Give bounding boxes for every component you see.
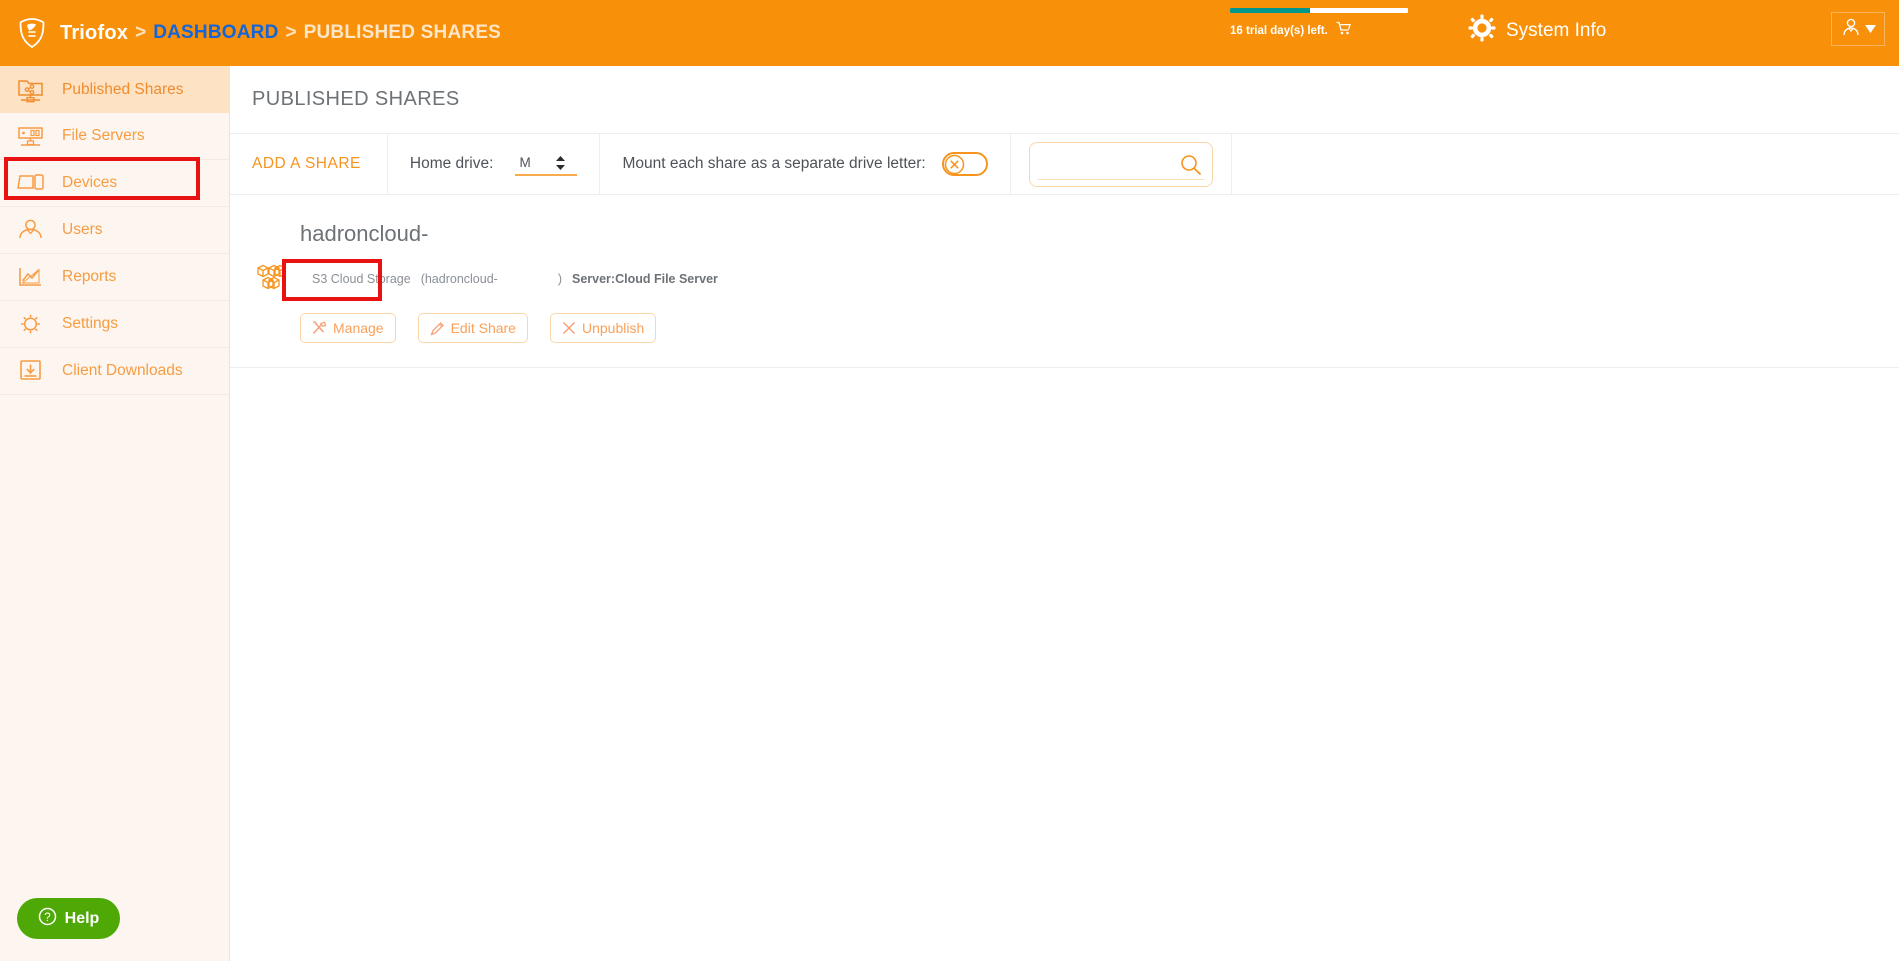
sidebar-item-label: Reports — [62, 268, 117, 285]
breadcrumb-dashboard-link[interactable]: DASHBOARD — [153, 22, 278, 44]
share-server-label: Server:Cloud File Server — [572, 272, 718, 286]
file-servers-icon — [14, 121, 48, 151]
search-icon[interactable] — [1180, 154, 1202, 181]
sidebar-item-devices[interactable]: Devices — [0, 160, 229, 207]
toggle-knob-off-icon — [944, 154, 965, 175]
home-drive-value: M — [519, 155, 531, 170]
share-meta-text: S3 Cloud Storage (hadroncloud- ) Server:… — [312, 272, 718, 286]
sidebar-item-label: Settings — [62, 315, 119, 332]
trial-days-text: 16 trial day(s) left. — [1230, 24, 1328, 37]
tools-icon — [312, 320, 327, 336]
sidebar-item-published-shares[interactable]: Published Shares — [0, 66, 229, 113]
search-input[interactable] — [1039, 156, 1180, 172]
mount-drive-letter-toggle[interactable] — [941, 152, 988, 176]
svg-text:?: ? — [44, 912, 50, 924]
sidebar-item-label: Users — [62, 221, 103, 238]
share-storage-type: S3 Cloud Storage — [312, 272, 411, 286]
unpublish-button[interactable]: Unpublish — [549, 313, 657, 343]
shares-toolbar: ADD A SHARE Home drive: M Mount each sha… — [230, 133, 1899, 195]
stepper-updown-icon — [555, 155, 566, 171]
shopping-cart-icon[interactable] — [1336, 21, 1351, 40]
manage-button[interactable]: Manage — [300, 313, 396, 343]
sidebar-item-label: File Servers — [62, 127, 145, 144]
home-drive-cell: Home drive: M — [388, 134, 601, 194]
close-x-icon — [562, 321, 576, 335]
users-icon — [14, 215, 48, 245]
gear-icon — [1468, 14, 1496, 47]
client-downloads-icon — [14, 356, 48, 386]
mount-drive-letter-label: Mount each share as a separate drive let… — [622, 155, 926, 172]
search-box[interactable] — [1028, 141, 1213, 187]
sidebar-item-users[interactable]: Users — [0, 207, 229, 254]
share-detail-close: ) — [557, 272, 562, 286]
devices-icon — [14, 168, 48, 198]
pencil-icon — [429, 321, 445, 336]
trial-progress-fill — [1230, 8, 1311, 13]
user-avatar-icon — [1841, 17, 1861, 42]
share-detail-open: (hadroncloud- — [420, 272, 498, 286]
settings-gear-icon — [14, 309, 48, 339]
page-title: PUBLISHED SHARES — [252, 88, 460, 110]
share-meta-row: S3 Cloud Storage (hadroncloud- ) Server:… — [230, 247, 1899, 299]
search-cell — [1011, 134, 1232, 194]
home-drive-select[interactable]: M — [515, 153, 578, 176]
system-info-button[interactable]: System Info — [1468, 14, 1606, 47]
mount-drive-letter-cell: Mount each share as a separate drive let… — [600, 134, 1011, 194]
chevron-down-icon — [1864, 20, 1876, 38]
sidebar-item-file-servers[interactable]: File Servers — [0, 113, 229, 160]
edit-share-button-label: Edit Share — [450, 320, 516, 336]
trial-status-block: 16 trial day(s) left. — [1230, 8, 1440, 40]
triofox-shield-logo-icon — [14, 15, 50, 51]
user-menu-button[interactable] — [1831, 12, 1885, 46]
share-list: hadroncloud- S3 Cloud Storage (hadronclo… — [230, 195, 1899, 368]
sidebar-item-settings[interactable]: Settings — [0, 301, 229, 348]
home-drive-label: Home drive: — [409, 155, 494, 172]
sidebar-item-client-downloads[interactable]: Client Downloads — [0, 348, 229, 395]
breadcrumb-current-page: PUBLISHED SHARES — [303, 22, 502, 43]
brand-breadcrumb-group: Triofox > DASHBOARD > PUBLISHED SHARES — [14, 15, 501, 51]
sidebar-item-label: Devices — [62, 174, 118, 191]
top-header-bar: Triofox > DASHBOARD > PUBLISHED SHARES 1… — [0, 0, 1899, 66]
unpublish-button-label: Unpublish — [581, 320, 645, 336]
question-mark-icon: ? — [38, 907, 57, 931]
s3-cloud-storage-icon — [252, 259, 292, 299]
brand-name: Triofox — [60, 21, 129, 44]
help-button[interactable]: ? Help — [17, 898, 120, 939]
help-button-label: Help — [64, 909, 100, 927]
sidebar-item-reports[interactable]: Reports — [0, 254, 229, 301]
share-row-divider — [230, 367, 1899, 368]
share-item: hadroncloud- S3 Cloud Storage (hadronclo… — [230, 195, 1899, 368]
breadcrumb-separator-1: > — [135, 22, 147, 43]
published-shares-icon — [14, 75, 48, 105]
add-share-cell: ADD A SHARE — [230, 134, 388, 194]
share-action-buttons: Manage Edit Share Unpublish — [230, 299, 1899, 343]
share-title: hadroncloud- — [300, 221, 429, 246]
left-sidebar: Published Shares File Servers Devices Us… — [0, 66, 230, 961]
system-info-label: System Info — [1506, 19, 1607, 41]
manage-button-label: Manage — [333, 320, 384, 336]
sidebar-item-label: Client Downloads — [62, 362, 183, 379]
reports-icon — [14, 262, 48, 292]
add-a-share-button[interactable]: ADD A SHARE — [230, 155, 387, 173]
breadcrumb-separator-2: > — [285, 22, 297, 43]
trial-progress-bar — [1230, 8, 1408, 13]
edit-share-button[interactable]: Edit Share — [417, 313, 528, 343]
sidebar-item-label: Published Shares — [62, 80, 184, 98]
main-content-area: PUBLISHED SHARES ADD A SHARE Home drive:… — [230, 66, 1899, 961]
